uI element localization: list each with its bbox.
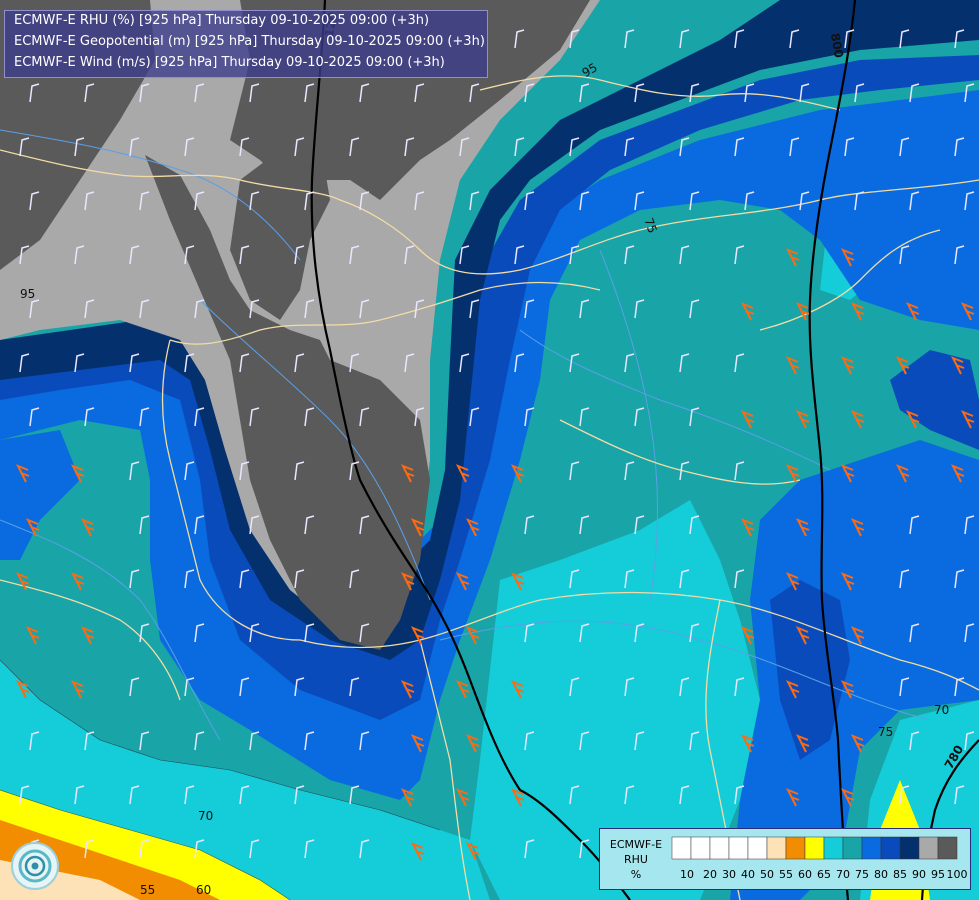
legend-swatch: [861, 836, 882, 860]
legend-tick-label: 100: [947, 868, 968, 881]
legend-tick-label: 60: [798, 868, 812, 881]
contour-label-70-right: 70: [934, 703, 949, 717]
map-title-box: ECMWF-E RHU (%) [925 hPa] Thursday 09-10…: [4, 10, 488, 78]
legend-title: ECMWF-E RHU %: [602, 837, 670, 882]
legend-scale: 10 20 30 40 50 55 60 65 70 75 80 85 90 95 100: [671, 836, 968, 881]
contour-label-60: 60: [196, 883, 211, 897]
contour-label-55: 55: [140, 883, 155, 897]
legend-swatch: [671, 836, 692, 860]
legend-swatch: [690, 836, 711, 860]
legend-swatch: [880, 836, 901, 860]
legend-swatch: [842, 836, 863, 860]
logo-icon: [11, 842, 59, 890]
legend-title-model: ECMWF-E: [609, 838, 663, 851]
weather-map[interactable]: 95 95 75 70 70 75 60 55 120 800 780 ECMW…: [0, 0, 979, 900]
legend-tick-label: 50: [760, 868, 774, 881]
legend-swatch: [728, 836, 749, 860]
rhu-field: 95 95 75 70 70 75 60 55 120 800 780: [0, 0, 979, 900]
legend-title-unit: %: [630, 868, 642, 881]
legend-tick-label: 75: [855, 868, 869, 881]
legend-swatch: [804, 836, 825, 860]
legend-tick-label: 30: [722, 868, 736, 881]
legend-swatch: [785, 836, 806, 860]
legend-tick-label: 85: [893, 868, 907, 881]
legend-tick-label: 80: [874, 868, 888, 881]
legend-tick-label: 65: [817, 868, 831, 881]
title-wind: ECMWF-E Wind (m/s) [925 hPa] Thursday 09…: [14, 55, 445, 70]
legend-tick-label: 70: [836, 868, 850, 881]
legend-tick-label: 90: [912, 868, 926, 881]
title-geopotential: ECMWF-E Geopotential (m) [925 hPa] Thurs…: [14, 34, 485, 49]
legend-tick-label: 20: [703, 868, 717, 881]
contour-label-95-left: 95: [20, 287, 35, 301]
rhu-legend: ECMWF-E RHU % 10 20 30 40 50 55 60 65 70 75 80 85 90…: [599, 828, 971, 890]
legend-swatch: [747, 836, 768, 860]
legend-swatch: [709, 836, 730, 860]
legend-tick-label: 95: [931, 868, 945, 881]
legend-tick-label: 10: [680, 868, 694, 881]
contour-label-75-right: 75: [878, 725, 893, 739]
legend-tick-label: 55: [779, 868, 793, 881]
legend-title-var: RHU: [624, 853, 648, 866]
legend-swatch: [899, 836, 920, 860]
legend-tick-label: 40: [741, 868, 755, 881]
title-rhu: ECMWF-E RHU (%) [925 hPa] Thursday 09-10…: [14, 13, 430, 28]
contour-label-70-bottom: 70: [198, 809, 213, 823]
legend-swatch: [937, 836, 958, 860]
legend-swatch: [823, 836, 844, 860]
legend-swatch: [766, 836, 787, 860]
legend-swatch: [918, 836, 939, 860]
